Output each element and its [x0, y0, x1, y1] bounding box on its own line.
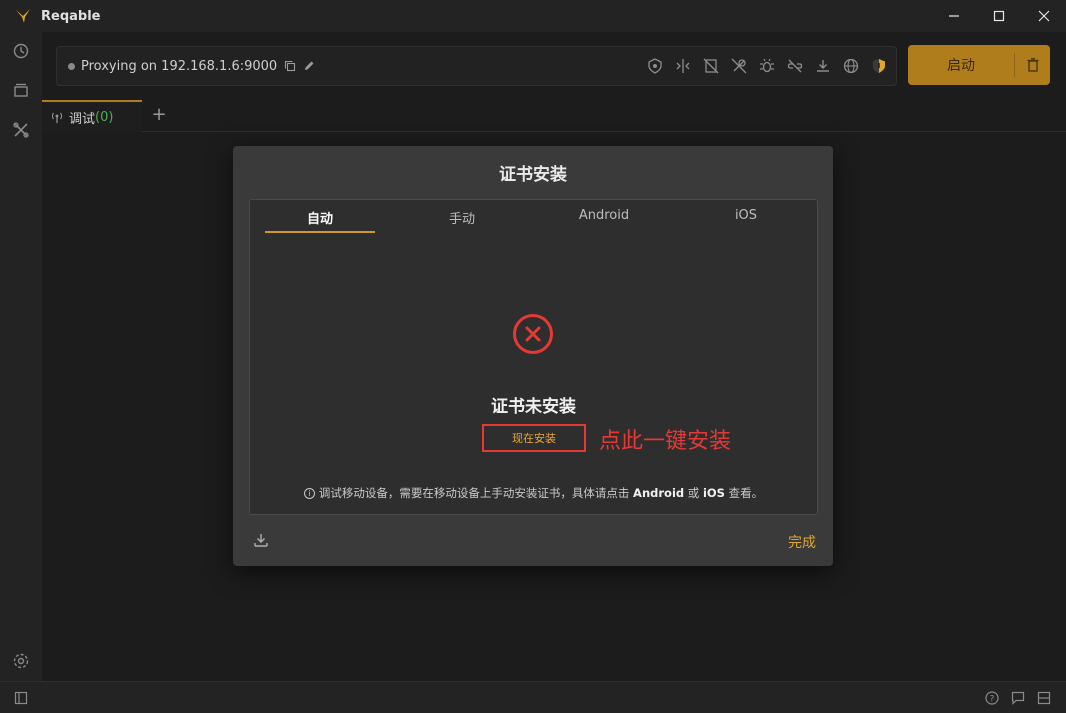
install-now-button[interactable]: 现在安装	[482, 424, 586, 452]
hint-prefix: 调试移动设备，需要在移动设备上手动安装证书，具体请点击	[318, 486, 630, 500]
error-icon	[512, 313, 554, 355]
status-bar: ?	[0, 681, 1066, 713]
layout-icon[interactable]	[1035, 689, 1053, 707]
left-rail	[0, 32, 42, 681]
minimize-button[interactable]	[931, 0, 976, 32]
lock-shield-icon[interactable]	[645, 57, 664, 76]
annotation-text: 点此一键安装	[599, 429, 732, 454]
link-break-icon[interactable]	[785, 57, 804, 76]
download-icon[interactable]	[813, 57, 832, 76]
proxy-status-text: Proxying on 192.168.1.6:9000	[81, 58, 278, 74]
no-cache-icon[interactable]	[701, 57, 720, 76]
tab-debug-label: 调试	[69, 111, 96, 127]
window-controls	[931, 0, 1066, 32]
tab-ios[interactable]: iOS	[691, 208, 801, 232]
add-tab-button[interactable]: +	[150, 106, 168, 126]
trash-icon[interactable]	[1015, 58, 1050, 72]
dialog-panel: 自动 手动 Android iOS 证书未安装 现在安装 点此一键安装 i 调试移…	[249, 199, 818, 515]
svg-text:?: ?	[990, 695, 995, 705]
tab-debug[interactable]: 调试 (0)	[42, 100, 142, 132]
settings-icon[interactable]	[11, 651, 31, 671]
start-proxy-button[interactable]: 启动	[908, 45, 1050, 85]
help-icon[interactable]: ?	[983, 689, 1001, 707]
hint-suffix: 查看。	[728, 486, 764, 500]
dialog-title: 证书安装	[499, 165, 567, 185]
shield-warning-icon[interactable]	[869, 57, 888, 76]
antenna-icon	[50, 110, 64, 124]
app-title: Reqable	[41, 8, 101, 24]
session-tabs: 调试 (0) +	[42, 100, 1066, 132]
info-icon: i	[303, 488, 315, 499]
bug-icon[interactable]	[757, 57, 776, 76]
hint-android-link[interactable]: Android	[633, 486, 684, 500]
reqable-logo-icon	[14, 7, 32, 25]
maximize-button[interactable]	[976, 0, 1021, 32]
edit-icon[interactable]	[303, 60, 315, 72]
tools-icon[interactable]	[11, 120, 31, 140]
certificate-install-dialog: 证书安装 自动 手动 Android iOS 证书未安装 现在安装 点此一键安装…	[233, 146, 833, 566]
layers-icon[interactable]	[11, 80, 31, 100]
globe-icon[interactable]	[841, 57, 860, 76]
proxy-toolbar	[645, 47, 888, 85]
history-icon[interactable]	[11, 41, 31, 61]
copy-icon[interactable]	[284, 60, 296, 72]
proxy-status-dot	[68, 62, 75, 70]
proxy-status-bar: Proxying on 192.168.1.6:9000	[56, 46, 897, 86]
toggle-sidebar-icon[interactable]	[12, 689, 30, 707]
tab-auto[interactable]: 自动	[265, 208, 375, 233]
cert-status-text: 证书未安装	[491, 397, 576, 417]
done-button[interactable]: 完成	[788, 532, 816, 552]
no-ssl-icon[interactable]	[729, 57, 748, 76]
tab-debug-count: (0)	[95, 109, 114, 125]
hint-ios-link[interactable]: iOS	[703, 486, 725, 500]
title-bar: Reqable	[0, 0, 1066, 32]
tab-manual[interactable]: 手动	[407, 208, 517, 232]
start-label: 启动	[947, 58, 975, 74]
feedback-icon[interactable]	[1009, 689, 1027, 707]
split-icon[interactable]	[673, 57, 692, 76]
hint-text: i 调试移动设备，需要在移动设备上手动安装证书，具体请点击 Android 或 i…	[250, 485, 817, 501]
download-cert-icon[interactable]	[253, 532, 271, 550]
hint-or: 或	[687, 486, 700, 500]
close-button[interactable]	[1021, 0, 1066, 32]
tab-android[interactable]: Android	[549, 208, 659, 232]
